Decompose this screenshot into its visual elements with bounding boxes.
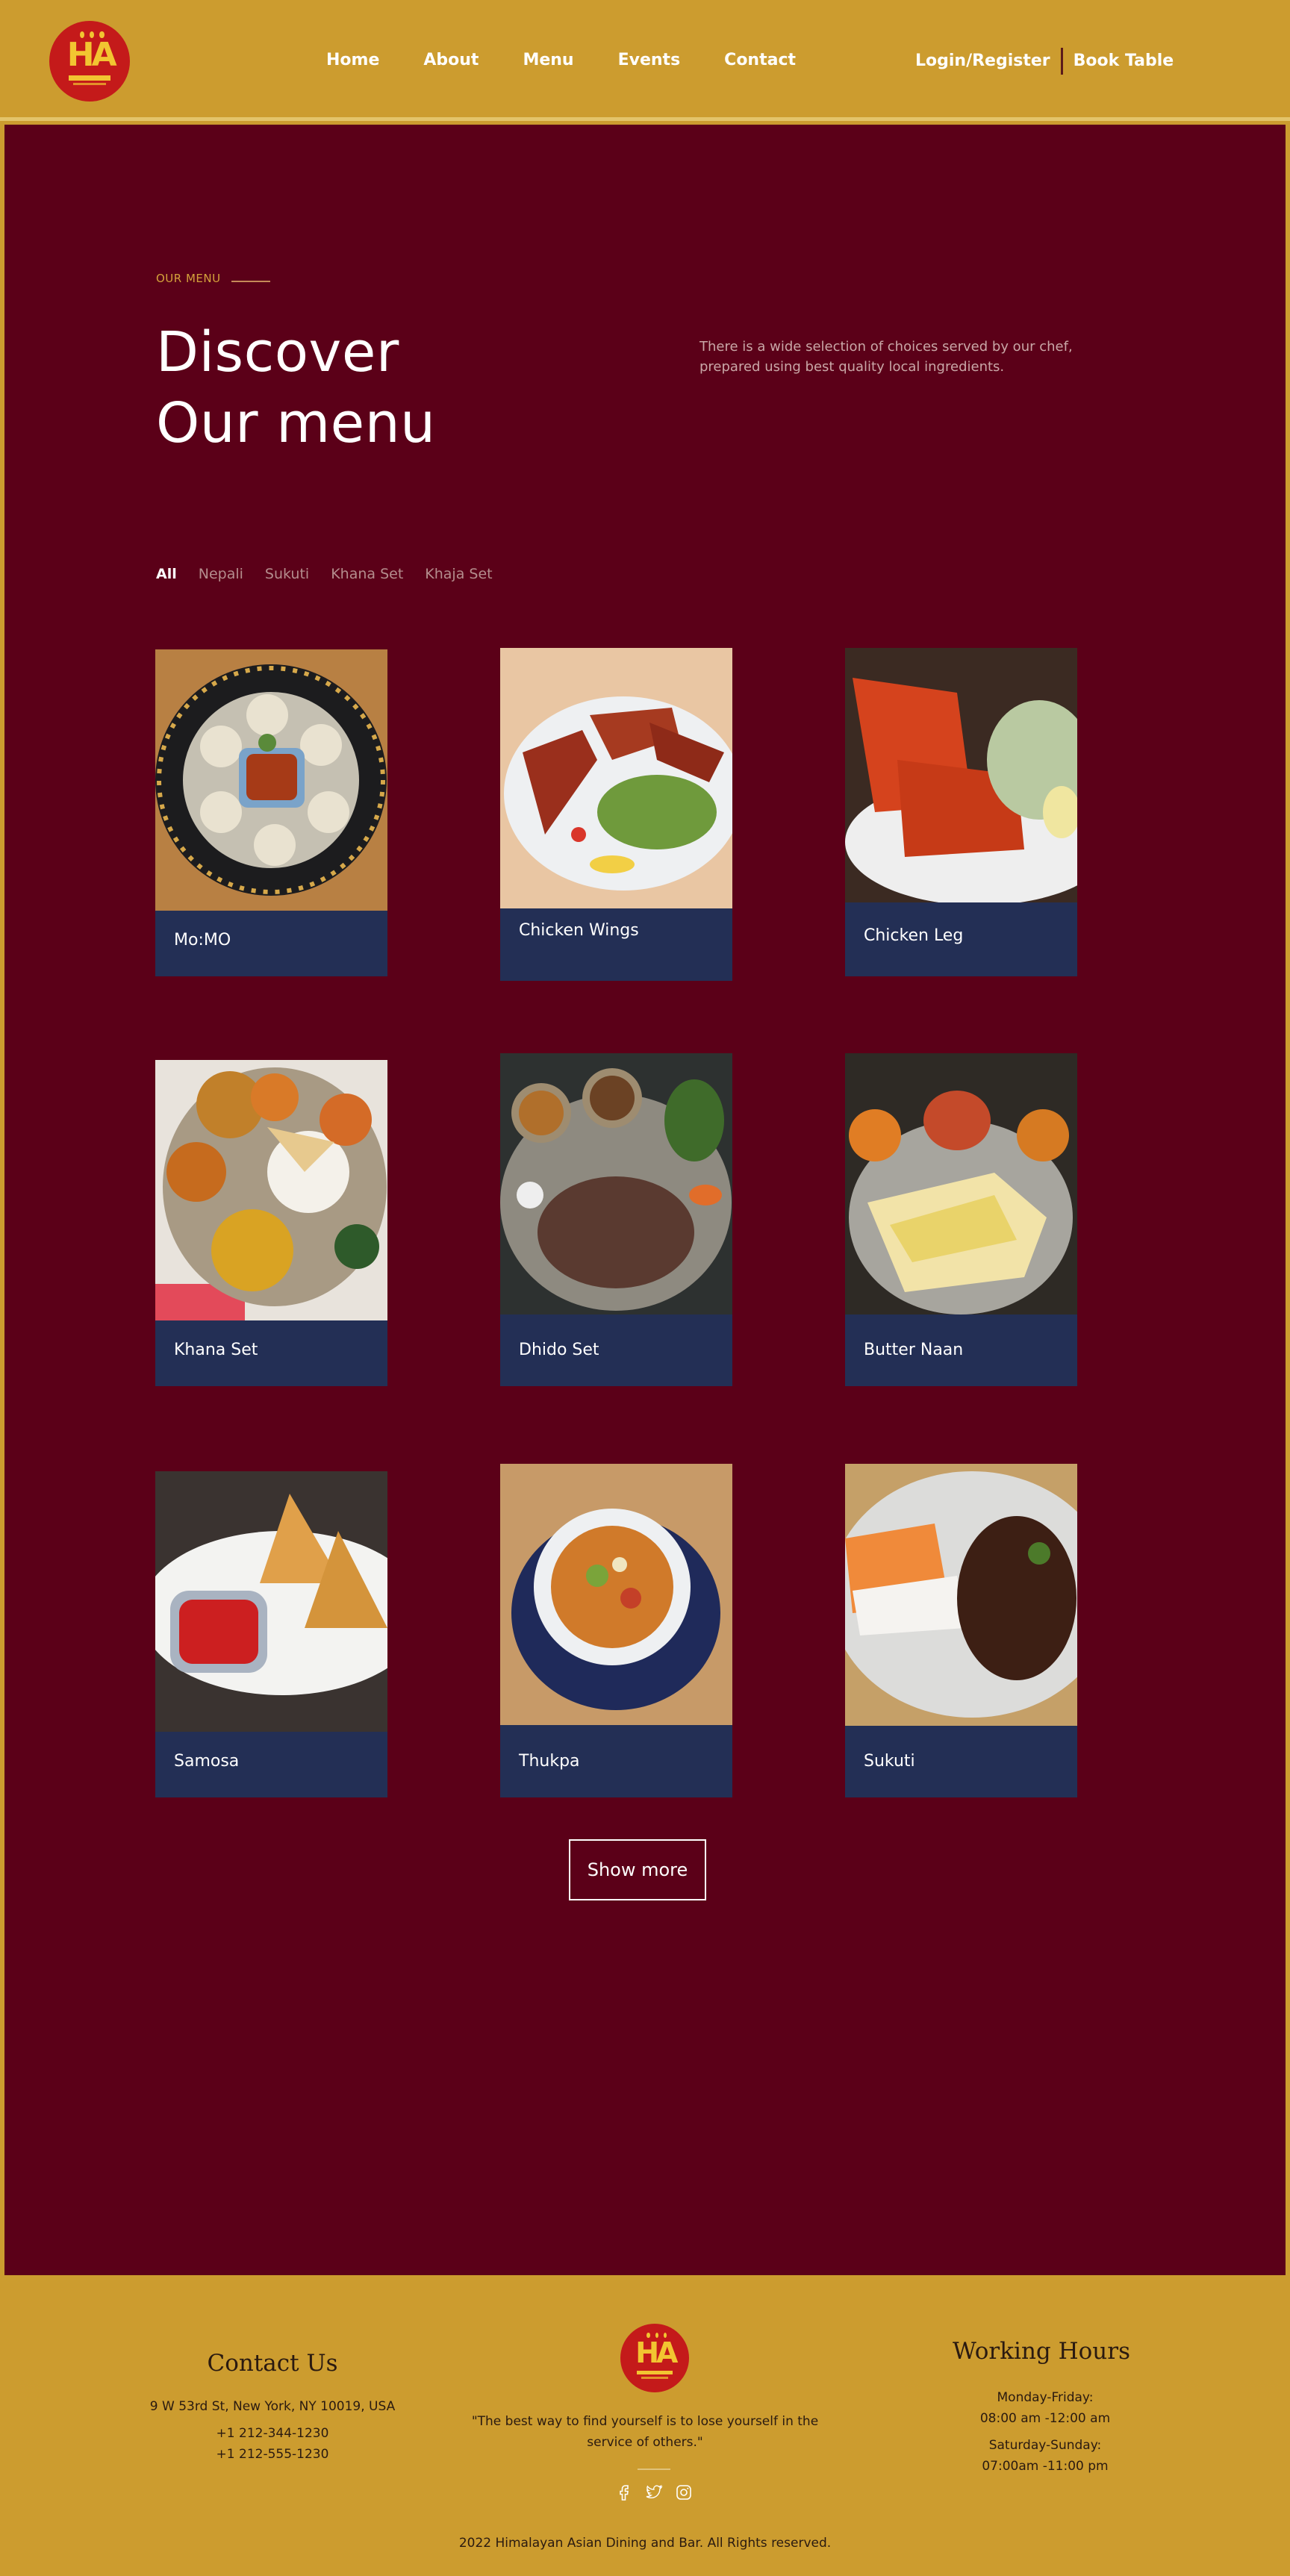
chicken-wings-photo	[500, 648, 732, 908]
menu-card-name: Butter Naan	[864, 1341, 964, 1359]
menu-intro: There is a wide selection of choices ser…	[699, 339, 1073, 375]
samosa-photo	[155, 1471, 387, 1732]
working-hours-title: Working Hours	[953, 2338, 1130, 2365]
chicken-leg-photo	[845, 648, 1077, 902]
menu-card-name: Sukuti	[864, 1752, 915, 1771]
menu-card-samosa[interactable]: Samosa	[155, 1471, 387, 1797]
menu-card-name: Thukpa	[519, 1752, 580, 1771]
menu-card-name: Dhido Set	[519, 1341, 599, 1359]
auth-divider	[1060, 48, 1063, 75]
auth-links: Login/Register Book Table	[915, 48, 1174, 75]
filter-khana-set[interactable]: Khana Set	[331, 564, 403, 584]
momo-plate-photo	[155, 649, 387, 911]
sukuti-photo	[845, 1464, 1077, 1726]
footer-quote-line2: service of others."	[587, 2435, 703, 2450]
facebook-icon[interactable]	[615, 2483, 633, 2501]
butter-naan-photo	[845, 1053, 1077, 1314]
show-more-button[interactable]: Show more	[569, 1839, 706, 1900]
nav-events[interactable]: Events	[618, 48, 681, 73]
instagram-icon[interactable]	[675, 2483, 693, 2501]
copyright-text: 2022 Himalayan Asian Dining and Bar. All…	[458, 2536, 832, 2551]
menu-card-name: Khana Set	[174, 1341, 258, 1359]
nav-menu[interactable]: Menu	[523, 48, 573, 73]
menu-card-sukuti[interactable]: Sukuti	[845, 1464, 1077, 1797]
logo-band	[68, 75, 111, 81]
filter-nepali[interactable]: Nepali	[199, 564, 243, 584]
quote-divider	[638, 2469, 670, 2470]
nav-about[interactable]: About	[423, 48, 479, 73]
twitter-icon[interactable]	[645, 2483, 663, 2501]
hours-weekend-value: 07:00am -11:00 pm	[982, 2459, 1109, 2474]
site-header: HA Home About Menu Events Contact Login/…	[0, 0, 1290, 121]
page-title: Discover Our menu	[156, 317, 436, 459]
eyebrow-line	[231, 281, 270, 282]
hours-weekday-label: Monday-Friday:	[997, 2390, 1094, 2405]
social-links	[615, 2483, 693, 2501]
main-nav: Home About Menu Events Contact	[326, 48, 840, 73]
contact-address: 9 W 53rd St, New York, NY 10019, USA	[149, 2399, 396, 2414]
menu-card-name: Mo:MO	[174, 931, 231, 949]
section-eyebrow: OUR MENU	[156, 272, 221, 285]
filter-khaja-set[interactable]: Khaja Set	[425, 564, 492, 584]
dhido-set-photo	[500, 1053, 732, 1314]
nav-home[interactable]: Home	[326, 48, 379, 73]
logo-subtitle	[73, 83, 106, 86]
filter-all[interactable]: All	[156, 564, 177, 584]
page-title-line2: Our menu	[156, 391, 436, 455]
menu-card-thukpa[interactable]: Thukpa	[500, 1464, 732, 1797]
contact-title: Contact Us	[207, 2350, 338, 2377]
menu-card-chicken-leg[interactable]: Chicken Leg	[845, 648, 1077, 976]
menu-card-dhido-set[interactable]: Dhido Set	[500, 1053, 732, 1386]
menu-card-butter-naan[interactable]: Butter Naan	[845, 1053, 1077, 1386]
page-title-line1: Discover	[156, 320, 399, 384]
menu-card-name: Chicken Wings	[519, 921, 639, 940]
menu-card-khana-set[interactable]: Khana Set	[155, 1060, 387, 1386]
contact-phone-1[interactable]: +1 212-344-1230	[123, 2423, 422, 2444]
logo-icon[interactable]: HA	[49, 21, 130, 102]
logo-mark: HA	[66, 35, 117, 74]
menu-filter-tabs: All Nepali Sukuti Khana Set Khaja Set	[156, 564, 514, 584]
hours-weekday-value: 08:00 am -12:00 am	[979, 2411, 1111, 2426]
khana-set-photo	[155, 1060, 387, 1320]
menu-card-chicken-wings[interactable]: Chicken Wings	[500, 648, 732, 981]
contact-phone-2[interactable]: +1 212-555-1230	[123, 2444, 422, 2465]
filter-sukuti[interactable]: Sukuti	[265, 564, 309, 584]
footer-logo-icon[interactable]: HA	[620, 2324, 689, 2392]
nav-contact[interactable]: Contact	[724, 48, 796, 73]
thukpa-photo	[500, 1464, 732, 1725]
book-table-link[interactable]: Book Table	[1074, 49, 1174, 74]
footer-quote-line1: "The best way to find yourself is to los…	[471, 2414, 819, 2429]
menu-section: OUR MENU Discover Our menu There is a wi…	[4, 125, 1286, 2275]
login-register-link[interactable]: Login/Register	[915, 49, 1050, 74]
menu-card-name: Chicken Leg	[864, 926, 964, 945]
hours-weekend-label: Saturday-Sunday:	[988, 2438, 1102, 2453]
menu-card-name: Samosa	[174, 1752, 240, 1771]
menu-card-momo[interactable]: Mo:MO	[155, 649, 387, 976]
